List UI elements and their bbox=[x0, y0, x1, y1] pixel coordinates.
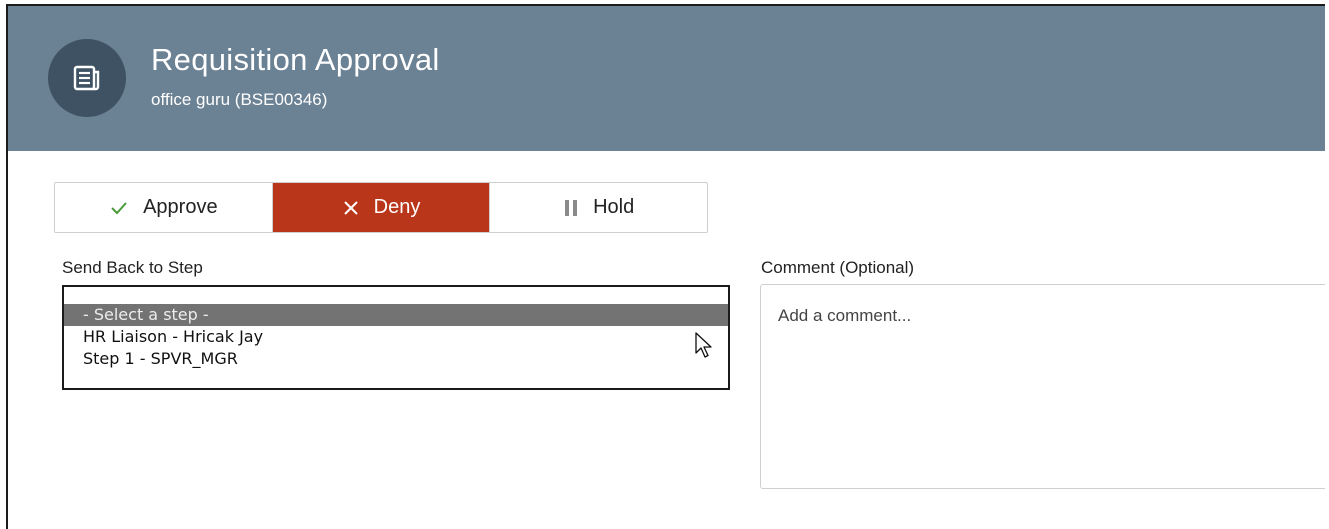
pause-icon bbox=[565, 199, 578, 216]
requisition-approval-panel: Requisition Approval office guru (BSE003… bbox=[6, 4, 1325, 529]
hold-label: Hold bbox=[593, 196, 635, 218]
step-option[interactable]: Step 1 - SPVR_MGR bbox=[64, 348, 728, 370]
send-back-label: Send Back to Step bbox=[62, 258, 203, 277]
step-option[interactable]: HR Liaison - Hricak Jay bbox=[64, 326, 728, 348]
comment-label: Comment (Optional) bbox=[761, 258, 915, 277]
approve-button[interactable]: Approve bbox=[55, 183, 272, 232]
page-title: Requisition Approval bbox=[151, 42, 440, 77]
deny-label: Deny bbox=[373, 196, 421, 218]
send-back-step-select[interactable]: - Select a step - HR Liaison - Hricak Ja… bbox=[62, 285, 730, 390]
page-header: Requisition Approval office guru (BSE003… bbox=[8, 6, 1325, 151]
close-icon bbox=[343, 200, 358, 215]
approve-label: Approve bbox=[143, 196, 218, 218]
comment-field[interactable] bbox=[760, 284, 1325, 489]
deny-button[interactable]: Deny bbox=[271, 183, 490, 232]
hold-button[interactable]: Hold bbox=[489, 183, 707, 232]
document-list-icon bbox=[48, 39, 126, 117]
decision-toggle-group: Approve Deny Hold bbox=[54, 182, 708, 233]
check-icon bbox=[111, 201, 127, 214]
mouse-pointer-icon bbox=[695, 332, 712, 358]
step-option[interactable]: - Select a step - bbox=[64, 304, 728, 326]
page-subtitle: office guru (BSE00346) bbox=[151, 90, 328, 109]
